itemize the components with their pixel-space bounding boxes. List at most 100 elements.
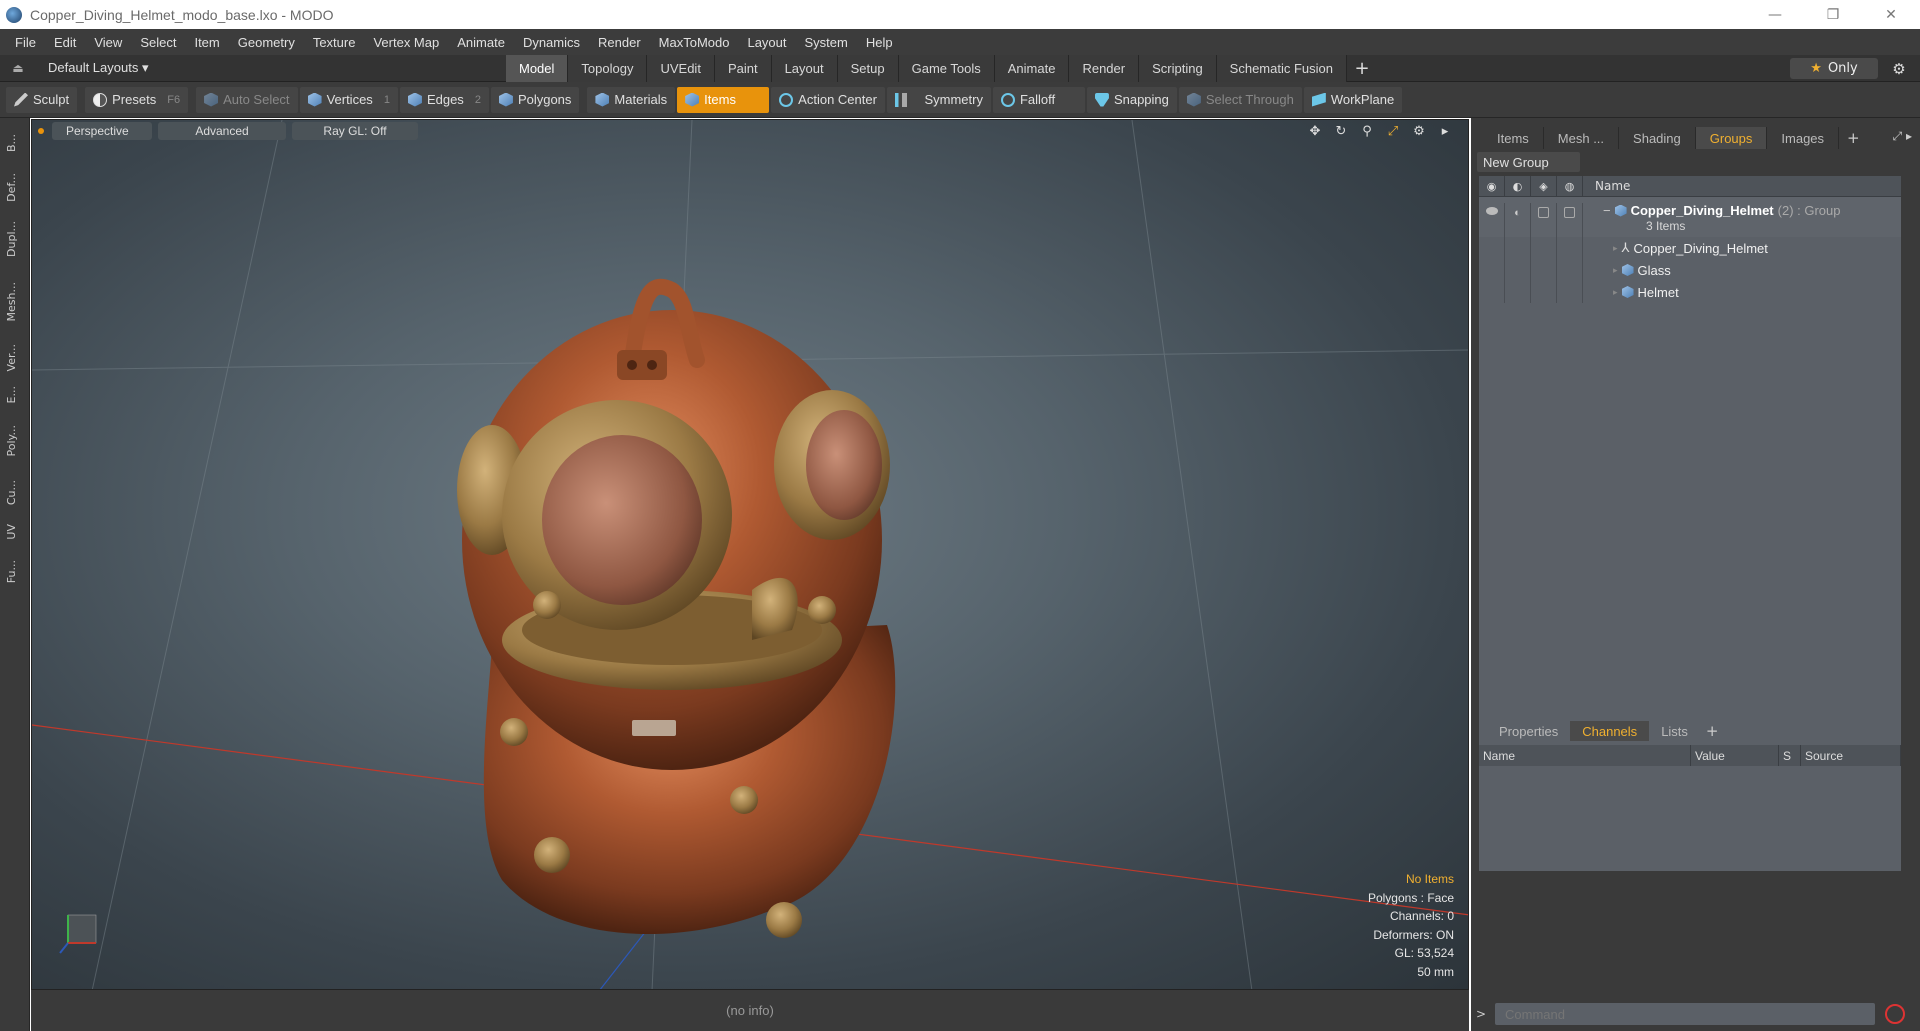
tab-paint[interactable]: Paint [714, 54, 772, 82]
visibility-column-icon[interactable]: ◉ [1479, 175, 1505, 197]
viewport-settings-icon[interactable]: ⚙ [1410, 122, 1428, 140]
raygl-toggle[interactable]: Ray GL: Off [292, 122, 418, 140]
snapping-button[interactable]: Snapping [1086, 86, 1177, 113]
tab-model[interactable]: Model [506, 54, 569, 82]
sculpt-button[interactable]: Sculpt [6, 86, 78, 113]
workplane-button[interactable]: WorkPlane [1303, 86, 1403, 113]
group-row[interactable]: ◐ − Copper_Diving_Helmet (2) : Group 3 I… [1479, 197, 1901, 237]
select-column-icon[interactable]: ◍ [1557, 175, 1583, 197]
new-group-button[interactable]: New Group [1477, 152, 1580, 172]
minimize-button[interactable]: — [1746, 0, 1804, 29]
vertices-button[interactable]: Vertices 1 [299, 86, 398, 113]
menu-texture[interactable]: Texture [304, 35, 365, 50]
left-tab-curve[interactable]: Cu... [5, 480, 23, 505]
menu-dynamics[interactable]: Dynamics [514, 35, 589, 50]
expand-panel-icon[interactable]: ⤢ ▸ [1893, 129, 1912, 144]
window-controls: — ❐ ✕ [1746, 0, 1920, 29]
menu-item[interactable]: Item [185, 35, 228, 50]
tree-item-locator[interactable]: ▸ ⅄ Copper_Diving_Helmet [1479, 237, 1901, 259]
auto-select-button[interactable]: Auto Select [196, 86, 298, 113]
add-tab-icon[interactable]: + [1700, 722, 1725, 740]
left-tab-vertex[interactable]: Ver... [5, 344, 23, 371]
tab-lists[interactable]: Lists [1649, 721, 1700, 741]
menu-animate[interactable]: Animate [448, 35, 514, 50]
menu-select[interactable]: Select [131, 35, 185, 50]
tab-scripting[interactable]: Scripting [1139, 54, 1217, 82]
menu-vertex-map[interactable]: Vertex Map [364, 35, 448, 50]
menu-geometry[interactable]: Geometry [229, 35, 304, 50]
left-tab-deform[interactable]: Def... [5, 173, 23, 202]
left-tab-mesh-edit[interactable]: Mesh... [5, 282, 23, 321]
left-tab-basic[interactable]: B... [5, 134, 23, 152]
tab-game-tools[interactable]: Game Tools [898, 54, 995, 82]
maximize-icon[interactable]: ⤢ [1384, 122, 1402, 140]
materials-button[interactable]: Materials [587, 86, 676, 113]
presets-button[interactable]: Presets F6 [85, 86, 189, 113]
shading-dropdown[interactable]: Advanced [158, 122, 286, 140]
tab-shading[interactable]: Shading [1619, 127, 1696, 149]
menu-render[interactable]: Render [589, 35, 650, 50]
add-tab-icon[interactable]: + [1839, 129, 1868, 147]
left-tab-duplicate[interactable]: Dupl... [5, 221, 23, 257]
tab-topology[interactable]: Topology [568, 54, 648, 82]
record-icon[interactable] [1885, 1004, 1905, 1024]
menu-layout[interactable]: Layout [738, 35, 795, 50]
tab-channels[interactable]: Channels [1570, 721, 1650, 741]
select-through-button[interactable]: Select Through [1178, 86, 1302, 113]
tree-item-glass[interactable]: ▸ Glass [1479, 259, 1901, 281]
tab-uvedit[interactable]: UVEdit [647, 54, 715, 82]
group-render-toggle[interactable]: ◐ [1505, 203, 1531, 237]
group-select-toggle[interactable] [1557, 203, 1583, 237]
tab-mesh[interactable]: Mesh ... [1544, 127, 1620, 149]
left-tab-edge[interactable]: E... [5, 386, 23, 403]
orientation-gizmo [59, 914, 97, 954]
menu-system[interactable]: System [796, 35, 857, 50]
left-tab-fusion[interactable]: Fu... [5, 560, 23, 583]
default-layouts-dropdown[interactable]: Default Layouts ▾ [36, 60, 506, 76]
only-toggle[interactable]: ★ Only [1790, 58, 1878, 79]
3d-viewport[interactable]: Perspective Advanced Ray GL: Off ✥ ↻ ⚲ ⤢… [31, 119, 1469, 990]
lens-info: 50 mm [1417, 964, 1454, 979]
menu-edit[interactable]: Edit [45, 35, 85, 50]
close-button[interactable]: ✕ [1862, 0, 1920, 29]
action-center-button[interactable]: Action Center [771, 86, 885, 113]
tree-item-helmet[interactable]: ▸ Helmet [1479, 281, 1901, 303]
tab-setup[interactable]: Setup [837, 54, 899, 82]
tab-properties[interactable]: Properties [1487, 721, 1570, 741]
tab-animate[interactable]: Animate [994, 54, 1070, 82]
polygons-button[interactable]: Polygons [490, 86, 580, 113]
helmet-model[interactable] [457, 278, 896, 938]
rotate-icon[interactable]: ↻ [1332, 122, 1350, 140]
group-visibility-toggle[interactable] [1479, 203, 1505, 237]
menu-help[interactable]: Help [857, 35, 902, 50]
layout-home-button[interactable]: ⏏ [0, 55, 36, 82]
pan-icon[interactable]: ✥ [1306, 122, 1324, 140]
items-button[interactable]: Items [677, 86, 770, 113]
falloff-button[interactable]: Falloff [992, 86, 1085, 113]
tab-groups[interactable]: Groups [1695, 127, 1768, 149]
zoom-icon[interactable]: ⚲ [1358, 122, 1376, 140]
expand-arrow-icon[interactable]: − [1603, 203, 1611, 218]
tab-render[interactable]: Render [1069, 54, 1140, 82]
group-lock-toggle[interactable] [1531, 203, 1557, 237]
command-input[interactable] [1495, 1003, 1875, 1025]
menu-file[interactable]: File [6, 35, 45, 50]
left-tab-uv[interactable]: UV [5, 524, 23, 540]
menu-view[interactable]: View [85, 35, 131, 50]
layout-settings-button[interactable]: ⚙ [1888, 58, 1910, 79]
restore-button[interactable]: ❐ [1804, 0, 1862, 29]
lock-column-icon[interactable]: ◈ [1531, 175, 1557, 197]
menu-maxtomodo[interactable]: MaxToModo [650, 35, 739, 50]
edges-button[interactable]: Edges 2 [399, 86, 489, 113]
render-column-icon[interactable]: ◐ [1505, 175, 1531, 197]
tab-images[interactable]: Images [1767, 127, 1840, 149]
tab-schematic-fusion[interactable]: Schematic Fusion [1216, 54, 1347, 82]
left-tab-polygon[interactable]: Poly... [5, 425, 23, 456]
tab-items[interactable]: Items [1483, 127, 1544, 149]
tab-layout[interactable]: Layout [771, 54, 838, 82]
perspective-dropdown[interactable]: Perspective [52, 122, 152, 140]
materials-label: Materials [614, 92, 668, 107]
add-tab-button[interactable]: + [1347, 55, 1377, 82]
symmetry-button[interactable]: Symmetry [886, 86, 991, 113]
arrow-right-icon[interactable]: ▸ [1436, 122, 1454, 140]
